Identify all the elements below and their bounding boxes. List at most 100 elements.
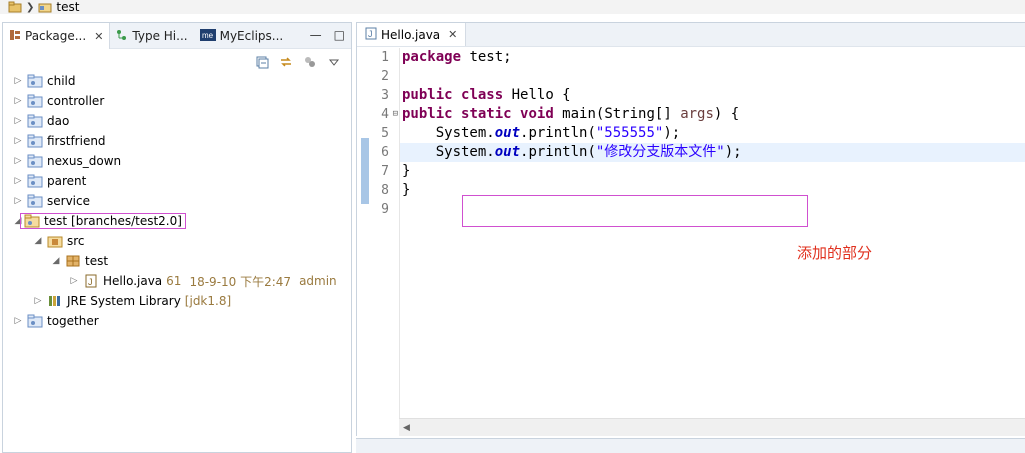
line-number: 3 [381, 88, 389, 103]
tree-label: dao [47, 114, 70, 128]
code-text: main(String[] [553, 106, 681, 122]
code-text: System. [402, 144, 495, 160]
code-text: ) { [713, 106, 740, 122]
tree-item-nexus-down[interactable]: ▷ nexus_down [3, 151, 351, 171]
maximize-icon[interactable]: □ [334, 28, 345, 42]
tree-label: child [47, 74, 76, 88]
annotation-label: 添加的部分 [797, 244, 873, 262]
tree-item-test-project[interactable]: ◢ test [branches/test2.0] [3, 211, 351, 231]
scroll-left-icon[interactable]: ◀ [403, 423, 410, 433]
bottom-views-tabbar [356, 438, 1025, 453]
code-text: ); [663, 125, 681, 141]
keyword: void [520, 106, 554, 122]
tree-label: test [44, 214, 68, 228]
tree-item-service[interactable]: ▷ service [3, 191, 351, 211]
close-icon[interactable]: ✕ [448, 28, 457, 41]
tree-item-src[interactable]: ◢ src [3, 231, 351, 251]
line-number: 5 [381, 126, 389, 141]
line-number: 6 [381, 145, 389, 160]
string-literal: "修改分支版本文件" [595, 144, 725, 160]
breadcrumb-project[interactable]: test [56, 0, 79, 14]
string-literal: "555555" [595, 125, 664, 141]
tree-item-jre[interactable]: ▷ JRE System Library [jdk1.8] [3, 291, 351, 311]
close-icon[interactable]: ✕ [94, 30, 103, 43]
chevron-right-icon[interactable]: ▷ [13, 96, 23, 106]
chevron-down-icon[interactable]: ◢ [33, 236, 43, 246]
tree-label: parent [47, 174, 87, 188]
keyword: public [402, 87, 453, 103]
project-folder-icon [27, 114, 43, 128]
project-folder-icon [27, 74, 43, 88]
branch-label: [branches/test2.0] [71, 214, 182, 228]
fold-collapse-icon[interactable]: ⊟ [393, 105, 398, 124]
tree-item-dao[interactable]: ▷ dao [3, 111, 351, 131]
horizontal-scrollbar[interactable]: ◀ [399, 418, 1025, 436]
chevron-down-icon[interactable]: ◢ [51, 256, 61, 266]
tree-label: controller [47, 94, 105, 108]
tab-package-explorer[interactable]: Package... ✕ [3, 23, 111, 49]
keyword: public [402, 106, 453, 122]
code-text: .println( [520, 144, 596, 160]
tab-type-hierarchy[interactable]: Type Hi... [110, 23, 193, 49]
chevron-right-icon[interactable]: ▷ [13, 76, 23, 86]
tree-item-together[interactable]: ▷ together [3, 311, 351, 331]
breadcrumb: ❯ test [0, 0, 1025, 14]
tree-label: nexus_down [47, 154, 122, 168]
tree-label: together [47, 314, 99, 328]
tab-label: Package... [25, 29, 87, 43]
tree-item-child[interactable]: ▷ child [3, 71, 351, 91]
project-folder-icon [27, 94, 43, 108]
tree-item-package-test[interactable]: ◢ test [3, 251, 351, 271]
chevron-right-icon[interactable]: ▷ [69, 276, 79, 286]
tree-label: test [85, 254, 109, 268]
workspace-icon[interactable] [8, 1, 22, 13]
project-folder-icon [27, 154, 43, 168]
tab-label: Type Hi... [132, 29, 188, 43]
tree-label: firstfriend [47, 134, 106, 148]
tab-myeclipse[interactable]: me MyEclips... [194, 23, 290, 49]
project-folder-icon [27, 314, 43, 328]
line-number: 1 [381, 50, 389, 65]
chevron-right-icon[interactable]: ▷ [13, 176, 23, 186]
tree-item-parent[interactable]: ▷ parent [3, 171, 351, 191]
svg-text:me: me [202, 31, 214, 40]
tab-hello-java[interactable]: J Hello.java ✕ [357, 23, 467, 46]
source-folder-icon [47, 234, 63, 248]
project-folder-icon [27, 134, 43, 148]
tree-item-firstfriend[interactable]: ▷ firstfriend [3, 131, 351, 151]
static-field: out [494, 125, 521, 141]
minimize-icon[interactable]: — [310, 28, 322, 42]
code-line: } [400, 162, 1025, 181]
collapse-all-icon[interactable] [255, 55, 269, 69]
tab-label: MyEclips... [219, 29, 284, 43]
keyword: package [402, 49, 462, 65]
link-with-editor-icon[interactable] [279, 55, 293, 69]
chevron-right-icon[interactable]: ▷ [13, 316, 23, 326]
code-text: ); [724, 144, 742, 160]
code-line: public static void main(String[] args) { [400, 105, 1025, 124]
tree-label: src [67, 234, 85, 248]
code-text: Hello { [503, 87, 571, 103]
chevron-right-icon[interactable]: ▷ [13, 156, 23, 166]
project-folder-icon [27, 194, 43, 208]
package-explorer-panel: Package... ✕ Type Hi... me MyEclips... —… [2, 22, 352, 453]
view-menu-icon[interactable] [327, 55, 341, 69]
line-number-row: 4 ⊟ [357, 105, 399, 124]
code-area[interactable]: package test; public class Hello { publi… [399, 48, 1025, 419]
code-text: } [402, 182, 411, 198]
svn-author: admin [299, 274, 337, 288]
filter-icon[interactable] [303, 55, 317, 69]
java-editor: J Hello.java ✕ 1 2 3 4 ⊟ 5 6 7 8 9 packag… [356, 22, 1025, 436]
chevron-right-icon[interactable]: ▷ [13, 196, 23, 206]
view-controls: — □ [310, 28, 345, 42]
tree-item-controller[interactable]: ▷ controller [3, 91, 351, 111]
tree-item-hello-java[interactable]: ▷ J Hello.java 61 18-9-10 下午2:47 admin [3, 271, 351, 291]
chevron-right-icon[interactable]: ▷ [13, 136, 23, 146]
line-number: 7 [381, 164, 389, 179]
java-file-icon: J [83, 274, 99, 288]
code-line: package test; [400, 48, 1025, 67]
line-number: 4 [381, 107, 389, 122]
chevron-right-icon[interactable]: ▷ [33, 296, 43, 306]
chevron-right-icon[interactable]: ▷ [13, 116, 23, 126]
code-text: .println( [520, 125, 596, 141]
